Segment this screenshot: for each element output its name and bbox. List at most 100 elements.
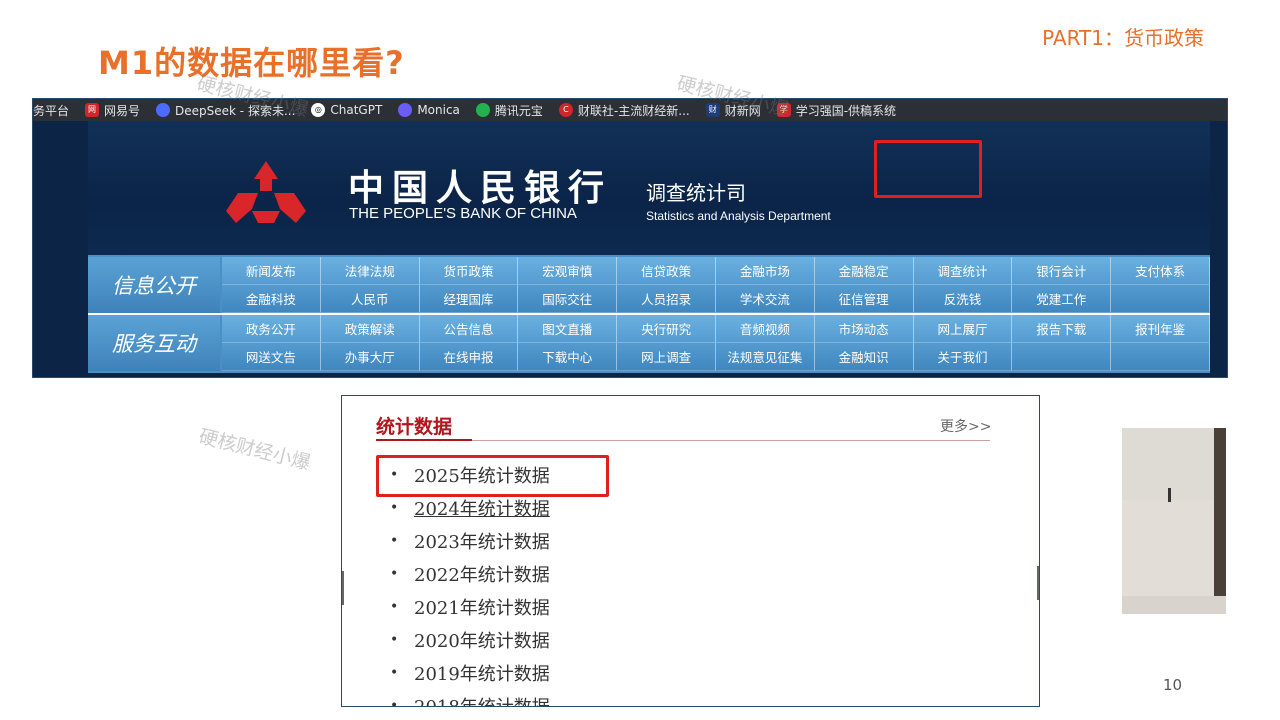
nav-item[interactable]: 关于我们 <box>913 343 1013 371</box>
pbc-banner: 中国人民银行 THE PEOPLE'S BANK OF CHINA 调查统计司 … <box>88 121 1210 255</box>
list-item[interactable]: • 2019年统计数据 <box>390 656 550 689</box>
nav-item[interactable]: 金融科技 <box>222 285 321 313</box>
nav-item[interactable]: 政策解读 <box>320 315 420 343</box>
stats-link[interactable]: 2021年统计数据 <box>414 594 550 620</box>
stats-link[interactable]: 2019年统计数据 <box>414 660 550 686</box>
nav-item[interactable]: 信贷政策 <box>617 257 716 285</box>
monica-icon <box>398 103 413 117</box>
bookmark-label: 财新网 <box>724 103 761 118</box>
bookmark-item[interactable]: ◎ ChatGPT <box>311 103 382 117</box>
nav-item[interactable]: 金融稳定 <box>814 257 914 285</box>
highlight-box-survey-stats <box>874 140 982 198</box>
bookmark-item[interactable]: 财财新网 <box>705 102 761 119</box>
nav-item[interactable]: 党建工作 <box>1012 285 1112 313</box>
nav-item[interactable]: 音频视频 <box>715 315 815 343</box>
webcam-overlay <box>1122 428 1226 614</box>
bullet-icon: • <box>390 532 399 549</box>
nav-item[interactable]: 网送文告 <box>222 343 321 371</box>
nav-item[interactable]: 法规意见征集 <box>715 343 815 371</box>
nav-item[interactable]: 法律法规 <box>320 257 420 285</box>
nav-item[interactable]: 报刊年鉴 <box>1111 315 1210 343</box>
bookmark-item[interactable]: 学学习强国-供稿系统 <box>776 102 897 119</box>
nav-item[interactable]: 宏观审慎 <box>518 257 618 285</box>
stats-divider-accent <box>376 439 472 441</box>
pbc-logo-icon <box>226 161 306 223</box>
nav-item[interactable]: 新闻发布 <box>222 257 321 285</box>
nav-item[interactable]: 经理国库 <box>419 285 519 313</box>
nav-item[interactable]: 人民币 <box>320 285 420 313</box>
scroll-edge-right <box>1037 566 1039 600</box>
nav-item[interactable]: 报告下载 <box>1012 315 1112 343</box>
bullet-icon: • <box>390 697 399 707</box>
bookmark-item[interactable]: 务平台 <box>33 102 69 119</box>
nav-item[interactable]: 图文直播 <box>518 315 618 343</box>
nav-item[interactable]: 银行会计 <box>1012 257 1112 285</box>
nav-item[interactable]: 学术交流 <box>715 285 815 313</box>
nav-item-empty <box>1012 343 1112 371</box>
nav-item[interactable]: 网上调查 <box>617 343 716 371</box>
page-number: 10 <box>1163 676 1183 694</box>
stats-link[interactable]: 2022年统计数据 <box>414 561 550 587</box>
nav-item[interactable]: 央行研究 <box>617 315 716 343</box>
stats-link[interactable]: 2024年统计数据 <box>414 495 550 521</box>
nav-item[interactable]: 网上展厅 <box>913 315 1013 343</box>
bookmark-label: Monica <box>417 103 460 117</box>
watermark-text: 硬核财经小爆 <box>196 425 313 475</box>
list-item[interactable]: • 2020年统计数据 <box>390 623 550 656</box>
stats-panel: 统计数据 更多>> • 2025年统计数据 • 2024年统计数据 • 2023年统计… <box>341 395 1040 707</box>
bookmark-label: 学习强国-供稿系统 <box>795 103 897 118</box>
bookmark-item[interactable]: 网网易号 <box>85 102 140 119</box>
nav-grid-service: 政务公开 政策解读 公告信息 图文直播 央行研究 音频视频 市场动态 网上展厅 报告下载 报刊年鉴… <box>222 315 1210 371</box>
bullet-icon: • <box>390 499 399 516</box>
nav-item[interactable]: 下载中心 <box>518 343 618 371</box>
nav-item-empty <box>1111 343 1210 371</box>
list-item[interactable]: • 2023年统计数据 <box>390 524 550 557</box>
cls-icon: C <box>558 103 573 117</box>
yuanbao-icon <box>475 103 490 117</box>
nav-item[interactable]: 市场动态 <box>814 315 914 343</box>
nav-item[interactable]: 征信管理 <box>814 285 914 313</box>
bullet-icon: • <box>390 565 399 582</box>
deepseek-icon <box>156 103 171 117</box>
bookmark-item[interactable]: C 财联社-主流财经新... <box>558 102 690 119</box>
nav-item[interactable]: 人员招录 <box>617 285 716 313</box>
chatgpt-icon: ◎ <box>311 103 326 117</box>
nav-item[interactable]: 货币政策 <box>419 257 519 285</box>
bullet-icon: • <box>390 664 399 681</box>
stats-more-link[interactable]: 更多>> <box>940 416 991 436</box>
pbc-nav: 信息公开 新闻发布 法律法规 货币政策 宏观审慎 信贷政策 金融市场 金融稳定 调查统计 银行会… <box>88 255 1210 373</box>
nav-section-label-service: 服务互动 <box>88 315 220 371</box>
pbc-name-en: THE PEOPLE'S BANK OF CHINA <box>349 205 577 222</box>
nav-item[interactable]: 办事大厅 <box>320 343 420 371</box>
nav-item[interactable]: 在线申报 <box>419 343 519 371</box>
stats-link[interactable]: 2018年统计数据 <box>414 693 550 707</box>
bookmark-label: 务平台 <box>33 103 70 118</box>
xuexi-icon: 学 <box>776 103 791 117</box>
nav-item[interactable]: 反洗钱 <box>913 285 1013 313</box>
list-item[interactable]: • 2021年统计数据 <box>390 590 550 623</box>
bullet-icon: • <box>390 631 399 648</box>
pbc-dept-cn: 调查统计司 <box>646 181 746 205</box>
bookmark-item[interactable]: 腾讯元宝 <box>475 102 543 119</box>
list-item[interactable]: • 2022年统计数据 <box>390 557 550 590</box>
nav-item[interactable]: 调查统计 <box>913 257 1013 285</box>
nav-item[interactable]: 公告信息 <box>419 315 519 343</box>
pbc-website-screenshot: 务平台 网网易号 DeepSeek - 探索未... ◎ ChatGPT Moni… <box>32 98 1228 378</box>
nav-item[interactable]: 政务公开 <box>222 315 321 343</box>
nav-item[interactable]: 金融知识 <box>814 343 914 371</box>
bullet-icon: • <box>390 598 399 615</box>
list-item[interactable]: • 2018年统计数据 <box>390 689 550 707</box>
stats-link[interactable]: 2023年统计数据 <box>414 528 550 554</box>
stats-link[interactable]: 2020年统计数据 <box>414 627 550 653</box>
nav-item[interactable]: 金融市场 <box>715 257 815 285</box>
pbc-dept-en: Statistics and Analysis Department <box>646 209 831 223</box>
netease-icon: 网 <box>85 103 100 117</box>
bookmark-item[interactable]: DeepSeek - 探索未... <box>156 102 295 119</box>
nav-section-label-info: 信息公开 <box>88 257 220 313</box>
nav-item[interactable]: 支付体系 <box>1111 257 1210 285</box>
nav-item[interactable]: 国际交往 <box>518 285 618 313</box>
bookmark-label: 财联社-主流财经新... <box>577 103 690 118</box>
highlight-box-2025-stats <box>376 455 609 497</box>
bookmark-item[interactable]: Monica <box>398 103 460 117</box>
pbc-name-cn: 中国人民银行 <box>348 167 613 209</box>
